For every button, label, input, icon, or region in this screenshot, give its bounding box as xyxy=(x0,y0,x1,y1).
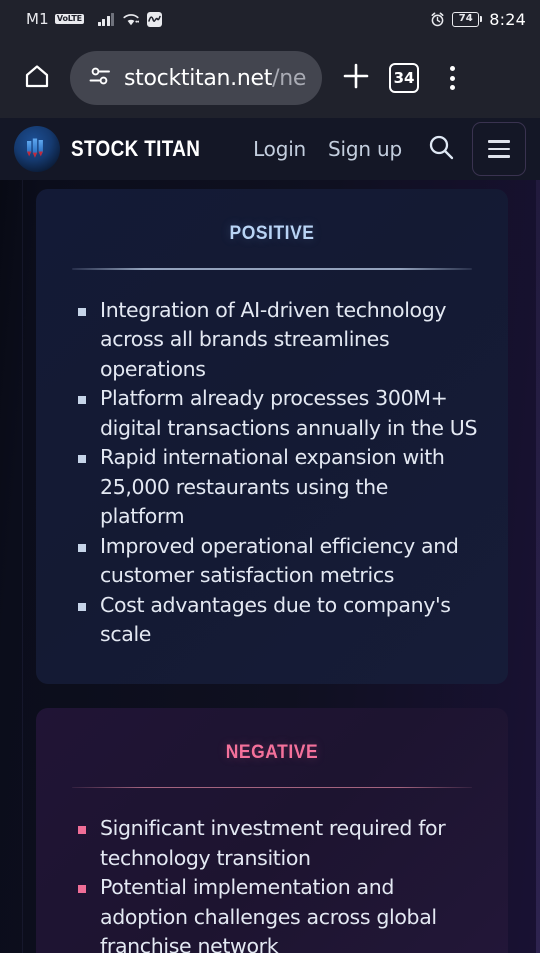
stock-titan-logo-icon[interactable] xyxy=(14,126,60,172)
list-item: Cost advantages due to company's scale xyxy=(78,591,478,650)
hamburger-menu-icon xyxy=(488,140,510,158)
home-button[interactable] xyxy=(14,55,60,101)
url-domain: stocktitan.net xyxy=(124,65,273,91)
url-text: stocktitan.net/ne xyxy=(124,66,306,91)
content-column: Positive Integration of AI-driven techno… xyxy=(36,180,508,953)
app-notification-icon xyxy=(147,11,163,27)
list-item: Rapid international expansion with 25,00… xyxy=(78,443,478,532)
list-item: Integration of AI-driven technology acro… xyxy=(78,296,478,385)
negative-card-title: Negative xyxy=(225,733,319,764)
site-header: STOCK TITAN Login Sign up xyxy=(0,118,540,180)
status-bar-right: 74 8:24 xyxy=(430,10,526,29)
header-nav: Login Sign up xyxy=(253,132,458,166)
login-link[interactable]: Login xyxy=(253,137,306,161)
signal-bars-icon xyxy=(97,12,115,26)
hamburger-menu-button[interactable] xyxy=(472,122,526,176)
clock-label: 8:24 xyxy=(489,9,526,29)
list-item: Potential implementation and adoption ch… xyxy=(78,873,478,953)
url-bar[interactable]: stocktitan.net/ne xyxy=(70,51,322,105)
alarm-clock-icon xyxy=(430,12,445,27)
positive-card-divider xyxy=(72,268,472,270)
page-scrollbar[interactable] xyxy=(536,180,540,953)
url-path: /ne xyxy=(272,65,307,91)
page-content: Positive Integration of AI-driven techno… xyxy=(0,180,540,953)
search-icon xyxy=(426,132,456,167)
positive-card-title: Positive xyxy=(229,215,315,245)
search-button[interactable] xyxy=(424,132,458,166)
negative-card-divider xyxy=(72,786,472,788)
browser-menu-button[interactable] xyxy=(428,54,476,102)
android-status-bar: M1 VoLTE 74 8:24 xyxy=(0,0,540,38)
wifi-icon xyxy=(123,13,140,26)
new-tab-button[interactable] xyxy=(332,54,380,102)
tab-count-badge: 34 xyxy=(389,63,419,93)
status-bar-left: M1 VoLTE xyxy=(26,10,163,28)
brand-name[interactable]: STOCK TITAN xyxy=(71,136,200,162)
three-dot-menu-icon xyxy=(449,66,455,90)
list-item: Significant investment required for tech… xyxy=(78,814,478,873)
volte-badge: VoLTE xyxy=(54,14,84,24)
negative-bullet-list: Significant investment required for tech… xyxy=(66,814,478,953)
positive-bullet-list: Integration of AI-driven technology acro… xyxy=(66,296,478,650)
phone-screen: M1 VoLTE 74 8:24 stocktitan.net/ne 34 ST… xyxy=(0,0,540,953)
home-icon xyxy=(22,61,52,96)
browser-toolbar: stocktitan.net/ne 34 xyxy=(0,38,540,118)
tab-switcher-button[interactable]: 34 xyxy=(380,54,428,102)
page-settings-icon[interactable] xyxy=(88,64,112,93)
list-item: Platform already processes 300M+ digital… xyxy=(78,384,478,443)
battery-icon: 74 xyxy=(452,11,483,27)
left-gutter-divider xyxy=(22,180,23,953)
positive-card: Positive Integration of AI-driven techno… xyxy=(36,189,508,684)
signup-link[interactable]: Sign up xyxy=(328,137,402,161)
list-item: Improved operational efficiency and cust… xyxy=(78,532,478,591)
plus-icon xyxy=(341,61,371,96)
battery-percent-label: 74 xyxy=(458,13,473,24)
carrier-label: M1 xyxy=(26,10,49,28)
negative-card: Negative Significant investment required… xyxy=(36,707,508,953)
